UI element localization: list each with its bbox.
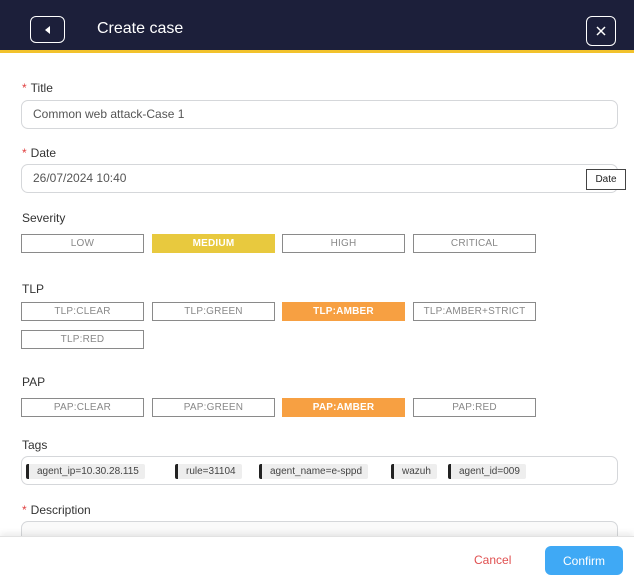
tlp-label: TLP <box>22 282 45 296</box>
description-label: * Description <box>22 503 91 517</box>
date-input[interactable]: 26/07/2024 10:40 <box>21 164 618 193</box>
severity-medium[interactable]: MEDIUM <box>152 234 275 253</box>
date-picker-button[interactable]: Date <box>586 169 626 190</box>
title-label: * Title <box>22 81 53 95</box>
tlp-green[interactable]: TLP:GREEN <box>152 302 275 321</box>
tlp-amber-strict[interactable]: TLP:AMBER+STRICT <box>413 302 536 321</box>
severity-label: Severity <box>22 211 66 225</box>
required-mark: * <box>22 81 27 95</box>
chevron-left-icon <box>45 25 50 34</box>
date-label: * Date <box>22 146 56 160</box>
tag-rule[interactable]: rule=31104 <box>175 464 242 479</box>
pap-label: PAP <box>22 375 46 389</box>
severity-low[interactable]: LOW <box>21 234 144 253</box>
modal-footer <box>0 536 634 577</box>
date-label-text: Date <box>30 146 57 160</box>
tags-input[interactable]: agent_ip=10.30.28.115 rule=31104 agent_n… <box>21 456 618 485</box>
tag-wazuh[interactable]: wazuh <box>391 464 437 479</box>
tag-agent-ip[interactable]: agent_ip=10.30.28.115 <box>26 464 145 479</box>
back-button[interactable] <box>30 16 65 43</box>
pap-amber[interactable]: PAP:AMBER <box>282 398 405 417</box>
pap-red[interactable]: PAP:RED <box>413 398 536 417</box>
cancel-button[interactable]: Cancel <box>474 553 511 567</box>
tag-agent-name[interactable]: agent_name=e-sppd <box>259 464 369 479</box>
severity-high[interactable]: HIGH <box>282 234 405 253</box>
pap-green[interactable]: PAP:GREEN <box>152 398 275 417</box>
tlp-red[interactable]: TLP:RED <box>21 330 144 349</box>
pap-clear[interactable]: PAP:CLEAR <box>21 398 144 417</box>
title-input[interactable]: Common web attack-Case 1 <box>21 100 618 129</box>
tags-label: Tags <box>22 438 48 452</box>
severity-critical[interactable]: CRITICAL <box>413 234 536 253</box>
modal-header: Create case <box>0 0 634 53</box>
tlp-clear[interactable]: TLP:CLEAR <box>21 302 144 321</box>
description-label-text: Description <box>30 503 91 517</box>
title-label-text: Title <box>30 81 53 95</box>
close-icon <box>596 26 606 36</box>
confirm-button[interactable]: Confirm <box>545 546 623 575</box>
tag-agent-id[interactable]: agent_id=009 <box>448 464 526 479</box>
required-mark: * <box>22 503 27 517</box>
modal-title: Create case <box>97 20 184 37</box>
required-mark: * <box>22 146 27 160</box>
tlp-amber[interactable]: TLP:AMBER <box>282 302 405 321</box>
close-button[interactable] <box>586 16 616 46</box>
